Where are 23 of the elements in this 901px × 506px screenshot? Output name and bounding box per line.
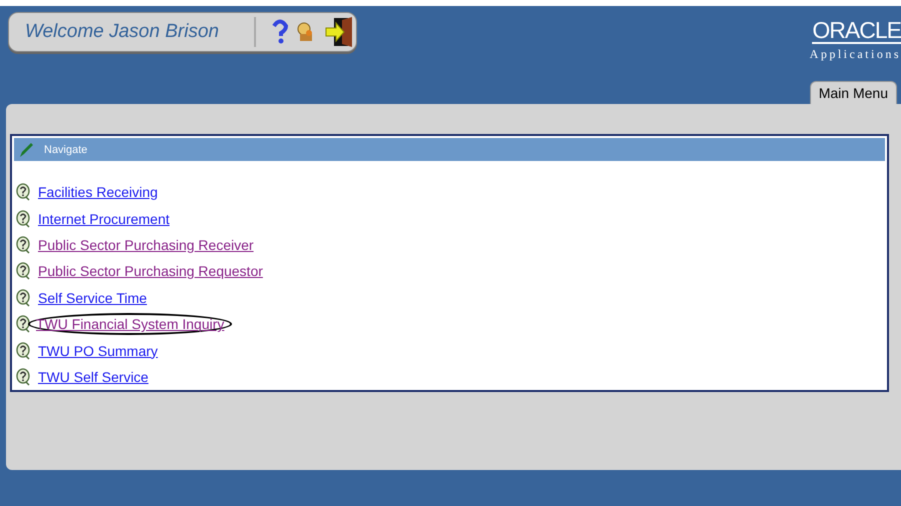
menu-link[interactable]: Facilities Receiving [38, 184, 158, 200]
menu-link[interactable]: Public Sector Purchasing Receiver [38, 236, 254, 253]
pencil-icon [18, 142, 34, 158]
help-icon [16, 183, 30, 202]
menu-link[interactable]: Public Sector Purchasing Requestor [38, 263, 263, 280]
help-icon [16, 288, 30, 307]
menu-tab[interactable]: Main Menu [810, 81, 897, 104]
menu-link[interactable]: Self Service Time [38, 290, 147, 306]
help-icon [16, 210, 30, 228]
help-icon [16, 236, 30, 254]
menu-link[interactable]: Internet Procurement [38, 210, 170, 227]
product-name: Applications [810, 47, 901, 62]
help-icon [16, 315, 30, 334]
help-icon[interactable] [272, 19, 288, 45]
help-icon [16, 368, 30, 386]
menu-link[interactable]: TWU Self Service [38, 368, 148, 385]
brand-logo: ORACLE [812, 18, 901, 44]
help-icon [16, 342, 30, 360]
section-title: Navigate [44, 144, 88, 156]
help-icon [16, 262, 30, 280]
menu-link[interactable]: TWU PO Summary [38, 342, 158, 359]
welcome-text: Welcome Jason Brison [9, 17, 256, 47]
menu-link[interactable]: TWU Financial System Inquiry [28, 313, 232, 336]
